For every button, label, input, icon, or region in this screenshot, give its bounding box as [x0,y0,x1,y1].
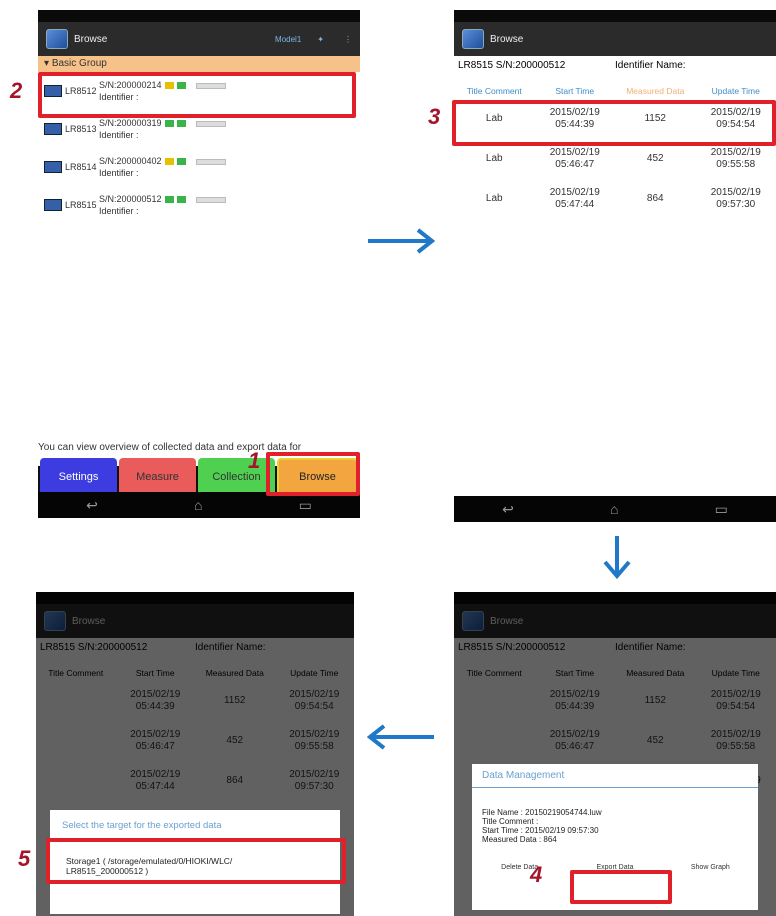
device-model: LR8514 [65,162,97,172]
row-update-time: 09:57:30 [716,199,756,210]
row-start-time: 05:47:44 [555,199,595,210]
battery-icon [164,196,174,204]
dialog-title: Data Management [472,764,758,788]
row-update-date: 2015/02/19 [710,147,761,158]
group-header[interactable]: ▾ Basic Group [38,56,360,72]
measured-data: Measured Data : 864 [482,835,557,844]
row-update-time: 09:55:58 [716,159,756,170]
row-start-date: 2015/02/19 [549,187,600,198]
recents-icon[interactable]: ▭ [299,497,312,514]
highlight-device-row [38,72,356,118]
title-comment: Title Comment : [482,817,539,826]
row-measured: 452 [646,153,664,164]
wifi-icon[interactable]: ✦ [317,35,324,44]
step-4: 4 [530,862,543,887]
device-identifier: Identifier : [99,206,139,216]
back-icon[interactable]: ↩ [502,501,514,518]
start-time: Start Time : 2015/02/19 09:57:30 [482,826,599,835]
action-bar: Browse [454,22,776,56]
highlight-data-row [452,100,776,146]
back-icon[interactable]: ↩ [86,497,98,514]
screen-data-management: Browse LR8515 S/N:200000512 Identifier N… [454,592,776,916]
nav-bar: ↩ ⌂ ▭ [454,496,776,522]
arrow-right [368,228,436,254]
battery-icon [164,120,174,128]
device-line: LR8515 S/N:200000512 [458,60,566,71]
chart-icon [176,158,186,166]
app-title: Browse [490,33,524,45]
device-row-lr8514[interactable]: LR8514 S/N:200000402 Identifier : [38,148,360,186]
highlight-export-button [570,870,672,904]
identifier-label: Identifier Name: [615,60,686,71]
recents-icon[interactable]: ▭ [715,501,728,518]
row-update-date: 2015/02/19 [710,187,761,198]
status-bar [195,158,226,165]
highlight-browse-tab [266,452,360,496]
screen-data-list: Browse LR8515 S/N:200000512 Identifier N… [454,10,776,522]
row-measured: 864 [646,193,664,204]
device-serial: S/N:200000319 [99,118,162,128]
step-3: 3 [428,104,441,129]
step-1: 1 [248,448,261,473]
status-bar [195,196,226,203]
table-row[interactable]: Lab 2015/02/19 05:47:44 864 2015/02/19 09:… [454,179,776,219]
col-measured: Measured Data [626,86,685,96]
chart-icon [176,196,186,204]
overflow-menu-icon[interactable]: ⋮ [344,35,352,44]
home-icon[interactable]: ⌂ [194,497,202,513]
tab-settings[interactable]: Settings [40,458,117,496]
device-serial: S/N:200000402 [99,156,162,166]
action-bar: Browse Model1 ✦ ⋮ [38,22,360,56]
col-title: Title Comment [466,86,522,96]
tab-collection[interactable]: Collection [198,458,275,496]
row-start-date: 2015/02/19 [549,147,600,158]
app-icon [462,29,484,49]
device-icon [44,199,62,211]
row-start-time: 05:46:47 [555,159,595,170]
key-icon [164,158,174,166]
chart-icon [176,120,186,128]
show-graph-button[interactable]: Show Graph [663,858,758,877]
status-bar [195,120,226,127]
device-icon [44,123,62,135]
dialog-body: File Name : 20150219054744.luw Title Com… [472,802,758,850]
device-serial: S/N:200000512 [99,194,162,204]
device-row-lr8515[interactable]: LR8515 S/N:200000512 Identifier : [38,186,360,224]
col-start: Start Time [555,86,595,96]
arrow-down [603,536,631,580]
col-update: Update Time [711,86,760,96]
arrow-left [366,724,434,750]
step-2: 2 [10,78,23,103]
delete-data-button[interactable]: Delete Data [472,858,567,877]
tab-measure[interactable]: Measure [119,458,196,496]
model-menu[interactable]: Model1 [275,35,301,44]
device-model: LR8515 [65,200,97,210]
home-icon[interactable]: ⌂ [610,501,618,517]
table-header: Title Comment Start Time Measured Data U… [454,83,776,99]
file-name: File Name : 20150219054744.luw [482,808,602,817]
app-icon [46,29,68,49]
step-5: 5 [18,846,31,871]
row-title: Lab [485,153,503,164]
device-model: LR8513 [65,124,97,134]
highlight-storage-option [46,838,346,884]
group-name: Basic Group [51,58,107,69]
app-title: Browse [74,33,108,45]
device-identifier: Identifier : [99,130,139,140]
device-icon [44,161,62,173]
row-title: Lab [485,193,503,204]
device-identifier: Identifier : [99,168,139,178]
